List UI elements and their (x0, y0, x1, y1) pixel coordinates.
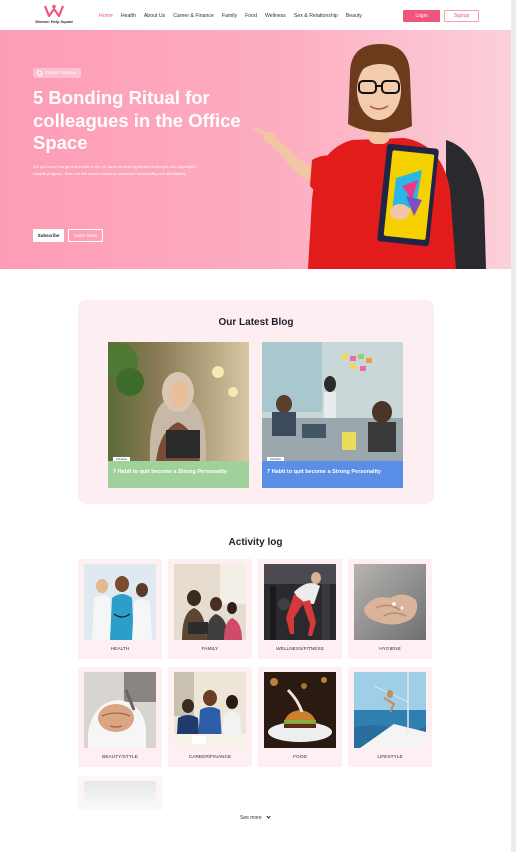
activity-tile-beauty-style[interactable]: BEAUTY/STYLE (78, 667, 162, 767)
hero-woman-illustration (252, 44, 486, 269)
tile-label: CAREER/FINANCE (188, 755, 232, 760)
chevron-down-icon (266, 814, 271, 819)
activity-tile-food[interactable]: FOOD (258, 667, 342, 767)
blog-post-image (108, 342, 249, 461)
activity-tile-wellness-fitness[interactable]: WELLNESS/FITNESS (258, 559, 342, 659)
nav-health[interactable]: Health (121, 13, 136, 19)
post-title[interactable]: 7 Habit to quit become a Strong Personal… (113, 469, 238, 476)
tile-image-placeholder (84, 781, 156, 810)
post-title[interactable]: 7 Habit to quit become a Strong Personal… (267, 469, 392, 476)
see-more-label: See more (240, 815, 262, 821)
activity-tile-health[interactable]: HEALTH (78, 559, 162, 659)
tile-label: WELLNESS/FITNESS (276, 647, 324, 652)
activity-tile-family[interactable]: FAMILY (168, 559, 252, 659)
health-image (84, 564, 156, 640)
latest-blog-section: Our Latest Blog Lifestyle 7 Habit to qui… (78, 300, 434, 504)
activity-tile-lifestyle[interactable]: LIFESTYLE (348, 667, 432, 767)
nav-beauty[interactable]: Beauty (346, 13, 362, 19)
tile-label: HEALTH (110, 647, 130, 652)
nav-sex-relationship[interactable]: Sex & Relationship (294, 13, 338, 19)
nav-food[interactable]: Food (245, 13, 257, 19)
tile-label: FAMILY (201, 647, 219, 652)
location-pin-icon (35, 69, 44, 77)
hero-title: 5 Bonding Ritual for colleagues in the O… (33, 87, 241, 153)
tile-label: FOOD (293, 755, 307, 760)
logo-text: Women Help Squad (35, 19, 73, 24)
activity-tile-career-finance[interactable]: CAREER/FINANCE (168, 667, 252, 767)
nav-home[interactable]: Home (99, 13, 113, 19)
beauty-style-image (84, 672, 156, 748)
hero-tag-label: Career Finance (45, 70, 77, 75)
nav-family[interactable]: Family (222, 13, 237, 19)
wellness-fitness-image (264, 564, 336, 640)
logo-mark-icon (44, 4, 64, 18)
activity-tile-hygiene[interactable]: HYGIENE (348, 559, 432, 659)
subscribe-button[interactable]: Subscribe (33, 229, 64, 242)
tile-label: BEAUTY/STYLE (102, 755, 138, 760)
main-nav: Home Health About Us Career & Finance Fa… (99, 13, 362, 19)
blog-section-title: Our Latest Blog (218, 317, 294, 328)
career-finance-image (174, 672, 246, 748)
hygiene-image (354, 564, 426, 640)
hero-description: Did you know that general health in the … (33, 164, 198, 177)
nav-about-us[interactable]: About Us (144, 13, 165, 19)
blog-post-card[interactable]: Lifestyle 7 Habit to quit become a Stron… (108, 342, 249, 488)
signup-button[interactable]: Signup (444, 10, 479, 22)
learn-more-button[interactable]: Learn More (68, 229, 103, 242)
hero-category-tag[interactable]: Career Finance (33, 68, 82, 78)
brand-logo[interactable]: Women Help Squad (32, 4, 76, 28)
tile-label: LIFESTYLE (377, 755, 403, 760)
food-image (264, 672, 336, 748)
activity-section-title: Activity log (228, 537, 283, 548)
lifestyle-image (354, 672, 426, 748)
nav-career-finance[interactable]: Career & Finance (173, 13, 214, 19)
page: Women Help Squad Home Health About Us Ca… (0, 0, 511, 852)
hero-banner: Career Finance 5 Bonding Ritual for coll… (0, 30, 511, 269)
see-more-link[interactable]: See more (240, 814, 271, 821)
login-button[interactable]: Login (403, 10, 440, 22)
blog-post-image (262, 342, 403, 461)
tile-label: HYGIENE (379, 647, 401, 652)
nav-wellness[interactable]: Wellness (265, 13, 286, 19)
top-nav-bar: Women Help Squad Home Health About Us Ca… (0, 0, 511, 31)
blog-post-card[interactable]: Lifestyle 7 Habit to quit become a Stron… (262, 342, 403, 488)
activity-tile-partial[interactable] (78, 776, 162, 810)
family-image (174, 564, 246, 640)
